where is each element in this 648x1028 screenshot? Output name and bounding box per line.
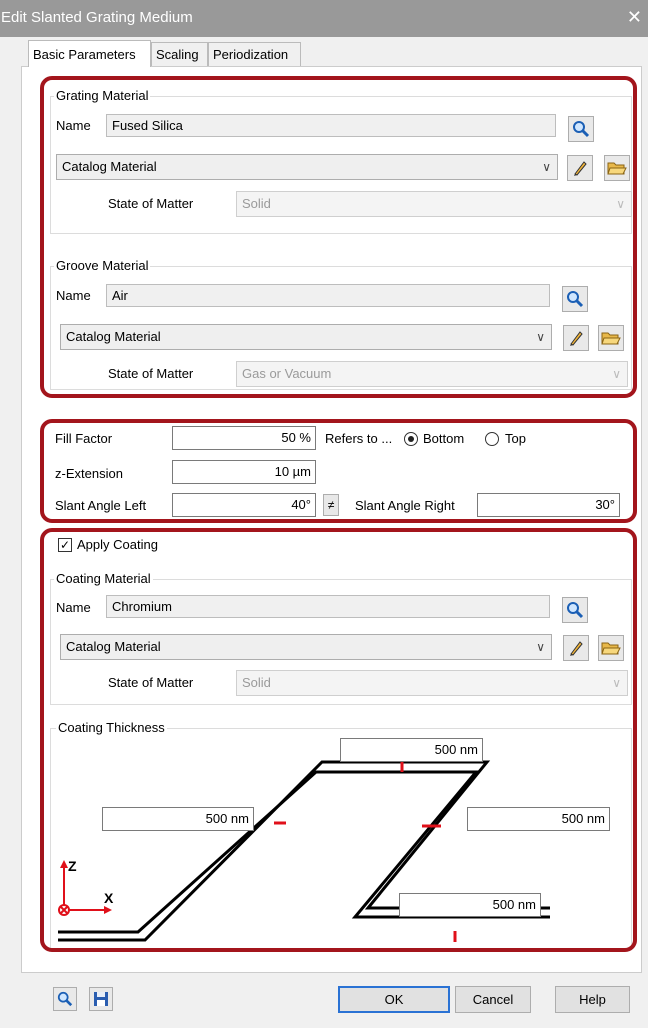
save-icon [94,992,108,1006]
cancel-button[interactable]: Cancel [455,986,531,1013]
tab-scaling[interactable]: Scaling [151,42,208,66]
window-title: Edit Slanted Grating Medium [1,9,193,26]
footer-search-button[interactable] [53,987,77,1011]
tab-basic-parameters[interactable]: Basic Parameters [28,40,151,67]
highlight-coating [40,528,637,952]
footer-save-button[interactable] [89,987,113,1011]
highlight-geometry [40,419,637,523]
close-icon[interactable]: ✕ [627,7,642,28]
help-button[interactable]: Help [555,986,630,1013]
ok-button[interactable]: OK [338,986,450,1013]
title-bar: Edit Slanted Grating Medium ✕ [0,0,648,37]
search-icon [57,991,73,1007]
highlight-materials [40,76,637,398]
tab-periodization[interactable]: Periodization [208,42,301,66]
